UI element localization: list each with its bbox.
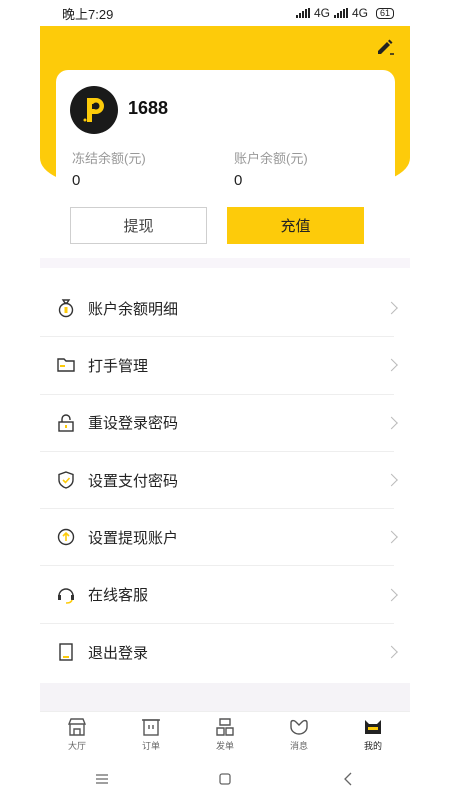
avatar[interactable] bbox=[70, 86, 118, 134]
chevron-right-icon bbox=[385, 359, 398, 372]
frozen-balance-value: 0 bbox=[72, 172, 81, 189]
username: 1688 bbox=[128, 98, 169, 118]
menu-label: 设置支付密码 bbox=[88, 472, 179, 490]
tab-label: 我的 bbox=[363, 741, 382, 751]
menu-item-logout[interactable]: 退出登录 bbox=[40, 624, 398, 681]
profile-card: 1688 冻结余额(元) 0 账户余额(元) 0 bbox=[56, 70, 395, 200]
bottom-spacer bbox=[40, 683, 410, 711]
menu-label: 设置提现账户 bbox=[88, 529, 179, 547]
menu-label: 打手管理 bbox=[88, 357, 149, 375]
post-order-icon bbox=[214, 717, 236, 737]
chevron-right-icon bbox=[385, 588, 398, 601]
account-balance-label: 账户余额(元) bbox=[234, 151, 308, 166]
battery-icon: 61 bbox=[375, 7, 394, 19]
tab-hall[interactable]: 大厅 bbox=[40, 712, 114, 757]
upload-circle-icon bbox=[56, 527, 76, 547]
tablet-icon bbox=[56, 642, 76, 662]
chevron-right-icon bbox=[385, 301, 398, 315]
chevron-right-icon bbox=[385, 646, 398, 659]
tab-label: 发单 bbox=[215, 741, 234, 751]
chevron-right-icon bbox=[385, 416, 398, 430]
menu-item-online-support[interactable]: 在线客服 bbox=[40, 566, 398, 624]
menu-label: 退出登录 bbox=[88, 644, 149, 662]
shield-icon bbox=[56, 470, 76, 490]
chevron-right-icon bbox=[385, 473, 398, 487]
menu-item-player-management[interactable]: 打手管理 bbox=[40, 337, 398, 395]
headset-icon bbox=[56, 585, 76, 605]
network-label-1: 4G bbox=[313, 6, 330, 20]
account-balance-value: 0 bbox=[234, 172, 243, 189]
menu-item-balance-detail[interactable]: 账户余额明细 bbox=[40, 280, 398, 338]
menu-item-set-payment-password[interactable]: 设置支付密码 bbox=[40, 452, 398, 510]
edit-icon[interactable] bbox=[376, 38, 394, 56]
chevron-right-icon bbox=[385, 530, 398, 544]
tab-label: 大厅 bbox=[67, 741, 86, 751]
logo-p-icon bbox=[83, 98, 104, 122]
lock-icon bbox=[56, 413, 76, 433]
home-square-icon[interactable] bbox=[205, 764, 245, 794]
status-bar: 晚上7:29 4G 4G 61 bbox=[40, 0, 410, 26]
tab-label: 订单 bbox=[141, 741, 160, 751]
network-label-2: 4G bbox=[351, 6, 368, 20]
tab-label: 消息 bbox=[289, 741, 308, 751]
signal-icon-2 bbox=[333, 8, 348, 18]
menu-icon[interactable] bbox=[82, 764, 122, 794]
menu-label: 重设登录密码 bbox=[88, 415, 179, 433]
menu-item-set-withdraw-account[interactable]: 设置提现账户 bbox=[40, 509, 398, 567]
tab-messages[interactable]: 消息 bbox=[262, 712, 336, 757]
back-icon[interactable] bbox=[328, 764, 368, 794]
order-icon bbox=[140, 717, 162, 737]
menu-label: 在线客服 bbox=[88, 587, 149, 605]
tab-orders[interactable]: 订单 bbox=[114, 712, 188, 757]
recharge-button[interactable]: 充值 bbox=[227, 207, 364, 244]
hall-icon bbox=[66, 717, 88, 737]
bottom-tab-bar: 大厅 订单 发单 消息 我的 bbox=[40, 711, 410, 757]
settings-menu: 账户余额明细 打手管理 重设登录密码 设置支付密码 设置提现账户 在线客服 退出… bbox=[40, 280, 410, 681]
menu-label: 账户余额明细 bbox=[88, 300, 179, 318]
menu-item-reset-login-password[interactable]: 重设登录密码 bbox=[40, 395, 398, 452]
status-indicators: 4G 4G 61 bbox=[295, 6, 394, 20]
frozen-balance-label: 冻结余额(元) bbox=[72, 151, 146, 166]
withdraw-button[interactable]: 提现 bbox=[70, 207, 207, 244]
section-divider bbox=[40, 258, 410, 268]
folder-icon bbox=[56, 355, 76, 375]
mine-icon bbox=[362, 717, 384, 737]
signal-icon bbox=[295, 8, 310, 18]
system-nav-bar bbox=[40, 757, 410, 800]
money-bag-icon bbox=[56, 298, 76, 318]
tab-post-order[interactable]: 发单 bbox=[188, 712, 262, 757]
status-time: 晚上7:29 bbox=[62, 6, 114, 22]
tab-mine[interactable]: 我的 bbox=[336, 712, 410, 757]
message-icon bbox=[288, 717, 310, 737]
